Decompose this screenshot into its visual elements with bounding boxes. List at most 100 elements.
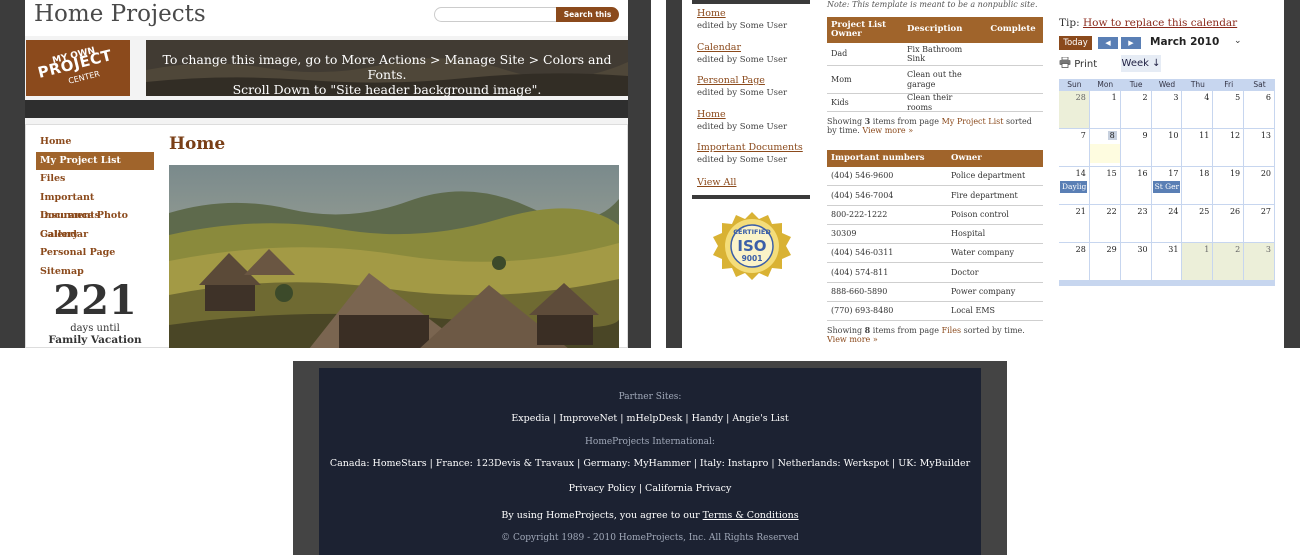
day-number: 15 (1106, 169, 1117, 178)
recent-item-editor: edited by Some User (697, 88, 788, 98)
site-logo[interactable]: MY OWN PROJECT CENTER (26, 40, 130, 96)
calendar-day[interactable]: 13 (1244, 129, 1275, 166)
calendar-day[interactable]: 3 (1244, 243, 1275, 280)
col-number[interactable]: Important numbers (827, 153, 947, 164)
calendar-day[interactable]: 2 (1120, 91, 1151, 128)
calendar-day[interactable]: 19 (1213, 167, 1244, 204)
recent-item-link[interactable]: Personal Page (697, 75, 809, 87)
calendar-event[interactable]: St Ger (1152, 181, 1180, 193)
terms-text: By using HomeProjects, you agree to our (501, 510, 703, 521)
col-description[interactable]: Description (903, 25, 983, 35)
recent-item-link[interactable]: Important Documents (697, 142, 809, 154)
terms-link[interactable]: Terms & Conditions (703, 510, 799, 521)
day-number: 12 (1229, 131, 1241, 140)
calendar-day[interactable]: 9 (1120, 129, 1151, 166)
nav-insurance-photo-gallery[interactable]: Insurance Photo Gallery (36, 207, 154, 240)
partner-sites-links[interactable]: Expedia | ImproveNet | mHelpDesk | Handy… (319, 413, 981, 424)
search-input[interactable] (434, 7, 556, 22)
calendar-day[interactable]: 21 (1059, 205, 1089, 242)
site-footer: Partner Sites: Expedia | ImproveNet | mH… (319, 368, 981, 555)
col-complete[interactable]: Complete (983, 25, 1043, 35)
day-number: 17 (1168, 169, 1179, 178)
calendar-day[interactable]: 17 St Ger (1151, 167, 1182, 204)
search-button[interactable]: Search this site (556, 7, 619, 34)
table-row: (404) 574-811 Doctor (827, 263, 1043, 283)
week-view-button[interactable]: Week ↓ (1121, 55, 1161, 72)
calendar-day[interactable]: 31 (1151, 243, 1182, 280)
table-row: (404) 546-9600 Police department (827, 167, 1043, 187)
recent-item-link[interactable]: Calendar (697, 42, 809, 54)
table-row: (404) 546-7004 Fire department (827, 186, 1043, 206)
calendar-day[interactable]: 26 (1213, 205, 1244, 242)
calendar-day[interactable]: 11 (1182, 129, 1213, 166)
chevron-down-icon[interactable]: ⌄ (1234, 36, 1242, 46)
calendar-day[interactable]: 29 (1089, 243, 1120, 280)
calendar-day[interactable]: 20 (1244, 167, 1275, 204)
copyright: © Copyright 1989 - 2010 HomeProjects, In… (501, 533, 799, 543)
calendar-day[interactable]: 1 (1089, 91, 1120, 128)
view-all-link[interactable]: View All (697, 177, 736, 188)
calendar-day[interactable]: 24 (1151, 205, 1182, 242)
calendar-day[interactable]: 30 (1120, 243, 1151, 280)
calendar-day[interactable]: 6 (1244, 91, 1275, 128)
calendar-day[interactable]: 5 (1213, 91, 1244, 128)
privacy-links[interactable]: Privacy Policy | California Privacy (319, 483, 981, 494)
calendar-event[interactable]: Daylig (1060, 181, 1087, 193)
cell-number: (404) 546-9600 (831, 171, 894, 181)
calendar-day[interactable]: 1 (1182, 243, 1213, 280)
calendar-day[interactable]: 27 (1244, 205, 1275, 242)
weekday: Sun (1067, 80, 1082, 89)
print-button[interactable]: Print (1059, 56, 1097, 70)
calendar-day[interactable]: 28 (1059, 243, 1089, 280)
day-number: 31 (1168, 245, 1179, 254)
calendar-day[interactable]: 2 (1213, 243, 1244, 280)
partner-sites-label: Partner Sites: (618, 392, 682, 402)
tip-link[interactable]: How to replace this calendar (1083, 17, 1237, 29)
nav-personal-page[interactable]: Personal Page (36, 244, 154, 263)
calendar-day[interactable]: 22 (1089, 205, 1120, 242)
day-number: 18 (1199, 169, 1210, 178)
prev-month-button[interactable]: ◀ (1098, 37, 1118, 49)
view-more-link[interactable]: View more » (862, 126, 913, 135)
calendar-day[interactable]: 23 (1120, 205, 1151, 242)
cell-description: Clean out the garage (907, 70, 962, 89)
international-links[interactable]: Canada: HomeStars | France: 123Devis & T… (319, 458, 981, 469)
view-more-link[interactable]: View more » (827, 335, 878, 344)
site-header: Home Projects Search this site (25, 0, 628, 36)
calendar-day[interactable]: 28 (1059, 91, 1089, 128)
today-button[interactable]: Today (1059, 36, 1092, 50)
calendar-day[interactable]: 16 (1120, 167, 1151, 204)
calendar-day[interactable]: 10 (1151, 129, 1182, 166)
cell-owner: Hospital (951, 229, 986, 239)
nav-my-project-list[interactable]: My Project List (36, 151, 154, 170)
cell-number: (770) 693-8480 (831, 306, 894, 316)
calendar-day-today[interactable]: 8 (1089, 129, 1120, 166)
nav-important-documents[interactable]: Important Documents (36, 189, 154, 222)
calendar-day[interactable]: 18 (1182, 167, 1213, 204)
summary-page-link[interactable]: My Project List (942, 117, 1004, 126)
summary-page-link[interactable]: Files (942, 326, 962, 335)
recent-item-link[interactable]: Home (697, 109, 809, 121)
nav-calendar[interactable]: Calendar (36, 226, 154, 245)
project-list-table: Project List Owner Description Complete … (827, 17, 1043, 112)
site-title[interactable]: Home Projects (34, 1, 206, 27)
calendar-day[interactable]: 4 (1182, 91, 1213, 128)
recent-item-editor: edited by Some User (697, 155, 788, 165)
weekday: Fri (1224, 80, 1234, 89)
nav-files[interactable]: Files (36, 170, 154, 189)
recent-item-link[interactable]: Home (697, 8, 809, 20)
recent-edits-list: Home edited by Some User Calendar edited… (697, 8, 809, 176)
calendar-day[interactable]: 7 (1059, 129, 1089, 166)
calendar-day[interactable]: 14 Daylig (1059, 167, 1089, 204)
calendar-day[interactable]: 15 (1089, 167, 1120, 204)
next-month-button[interactable]: ▶ (1121, 37, 1141, 49)
calendar-day[interactable]: 25 (1182, 205, 1213, 242)
day-number: 24 (1168, 207, 1179, 216)
col-owner[interactable]: Owner (947, 153, 1043, 164)
col-owner[interactable]: Project List Owner (827, 20, 903, 40)
calendar-day[interactable]: 3 (1151, 91, 1182, 128)
calendar-day[interactable]: 12 (1213, 129, 1244, 166)
nav-home[interactable]: Home (36, 133, 154, 152)
calendar-month: March 2010 (1150, 36, 1220, 48)
banner-line-1: To change this image, go to More Actions… (162, 52, 612, 82)
